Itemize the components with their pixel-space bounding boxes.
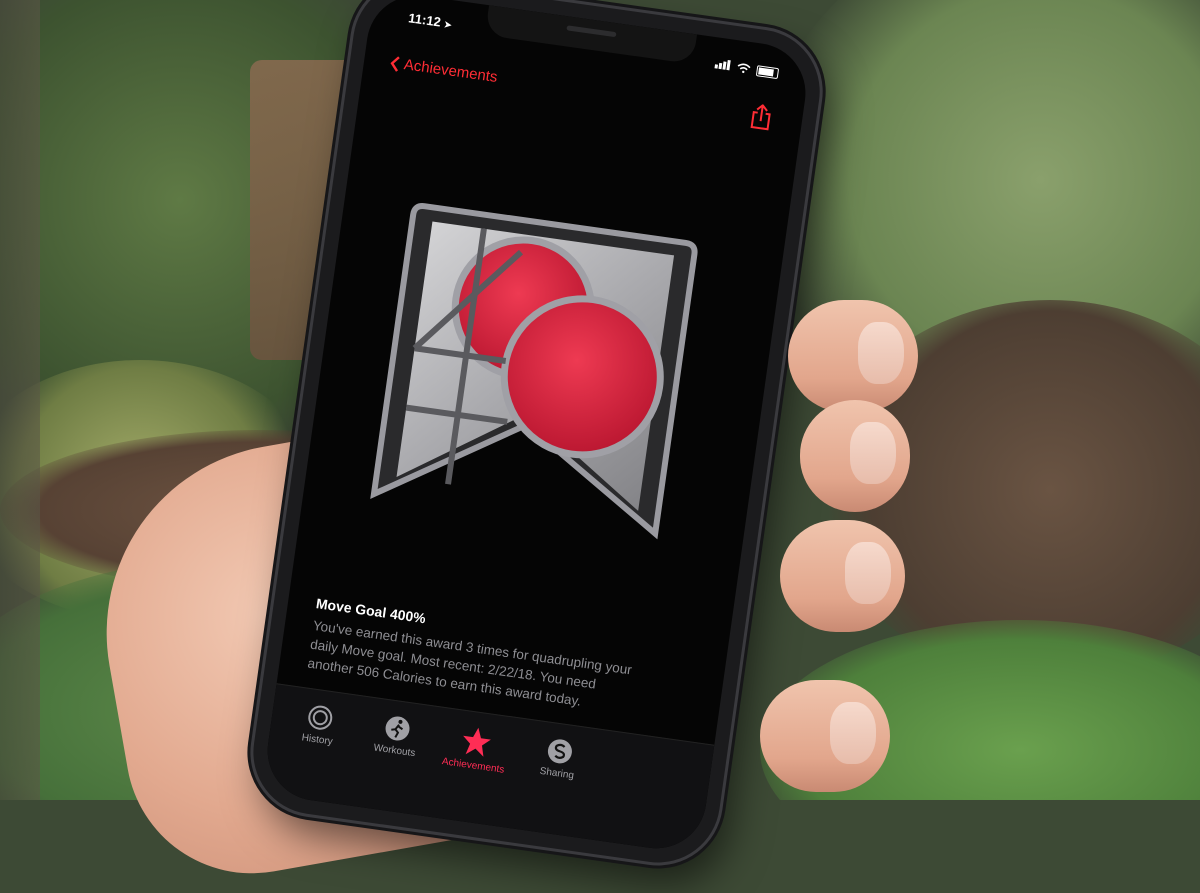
tab-history[interactable]: History <box>277 699 362 751</box>
index-finger <box>788 300 918 412</box>
ring-finger <box>780 520 905 632</box>
status-time: 11:12 ➤ <box>407 10 453 31</box>
tab-sharing-label: Sharing <box>538 765 575 782</box>
running-figure-icon <box>385 716 410 741</box>
history-ring-icon <box>308 705 333 730</box>
tab-sharing[interactable]: Sharing <box>516 733 601 785</box>
status-indicators <box>714 55 780 82</box>
battery-icon <box>755 64 780 79</box>
tab-achievements[interactable]: Achievements <box>433 721 518 777</box>
share-button[interactable] <box>748 103 774 137</box>
tab-history-label: History <box>300 732 334 748</box>
chevron-left-icon <box>390 55 400 72</box>
back-label: Achievements <box>402 56 499 87</box>
wifi-icon <box>737 63 751 74</box>
tab-workouts[interactable]: Workouts <box>354 710 439 762</box>
sharing-icon <box>547 739 572 764</box>
tab-achievements-label: Achievements <box>441 756 505 776</box>
little-finger <box>760 680 890 792</box>
move-goal-400-badge <box>370 203 698 540</box>
signal-icon <box>714 55 732 75</box>
phone-screen: 11:12 ➤ Achievements Move Goal 400% You'… <box>261 0 812 855</box>
star-achievement-icon <box>463 727 491 757</box>
middle-finger <box>800 400 910 512</box>
back-button[interactable]: Achievements <box>389 54 499 87</box>
tab-workouts-label: Workouts <box>372 742 416 760</box>
location-arrow-icon: ➤ <box>443 19 453 31</box>
share-icon <box>750 103 771 131</box>
